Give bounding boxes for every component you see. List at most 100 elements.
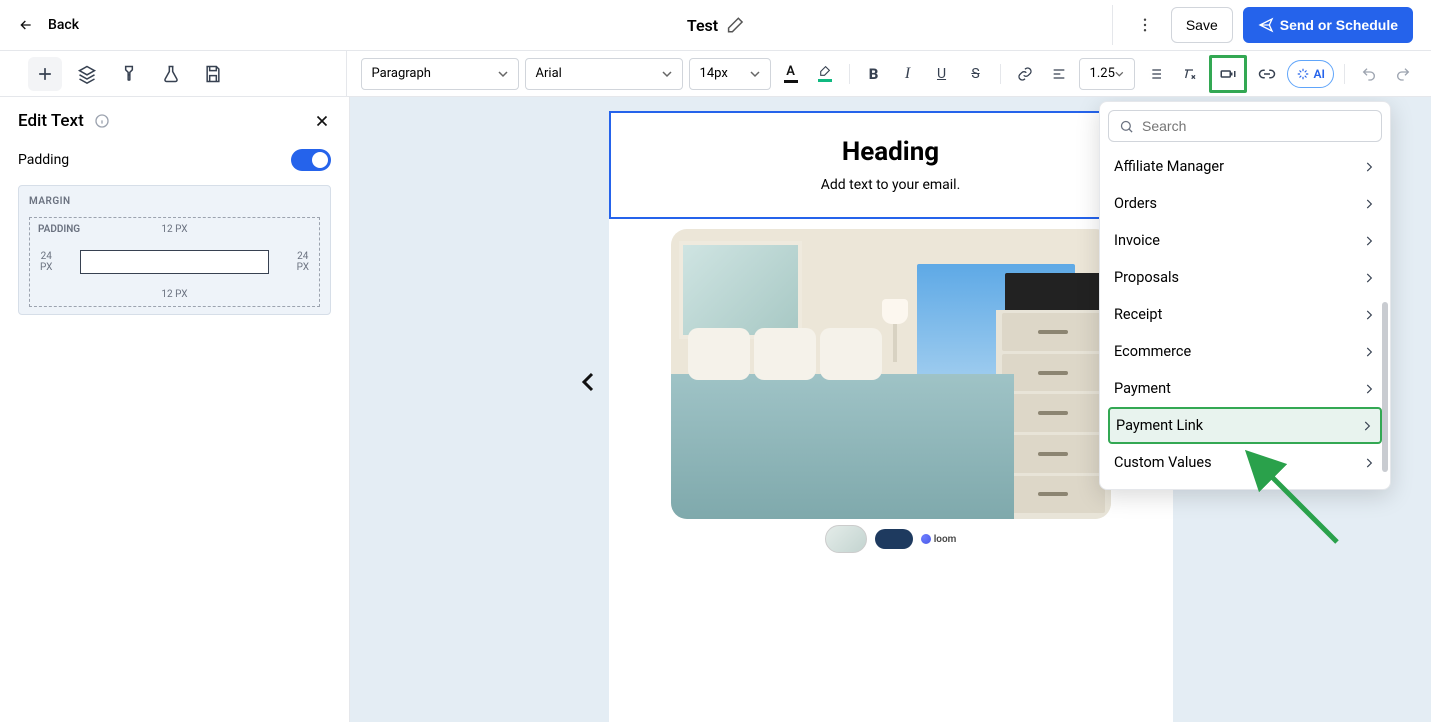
loom-badge	[875, 529, 913, 549]
loom-logo: loom	[921, 534, 957, 545]
flask-button[interactable]	[154, 57, 188, 91]
edit-title-button[interactable]	[726, 16, 744, 34]
block-type-dropdown[interactable]: Paragraph	[361, 58, 519, 90]
chevron-down-icon	[1115, 69, 1124, 79]
menu-item-proposals[interactable]: Proposals	[1108, 259, 1382, 296]
menu-item-payment-link[interactable]: Payment Link	[1108, 407, 1382, 444]
bold-icon: B	[869, 65, 879, 83]
padding-top-value[interactable]: 12 PX	[161, 224, 187, 235]
line-height-dropdown[interactable]: 1.25	[1079, 58, 1135, 90]
back-button[interactable]: Back	[18, 17, 79, 33]
content-area: Edit Text Padding MARGIN PADDING 12 PX 1…	[0, 97, 1431, 722]
menu-item-label: Custom Values	[1114, 454, 1212, 471]
highlight-color-button[interactable]	[811, 60, 839, 88]
brush-button[interactable]	[112, 57, 146, 91]
panel-title: Edit Text	[18, 111, 84, 131]
strikethrough-button[interactable]: S	[962, 60, 990, 88]
list-button[interactable]	[1141, 60, 1169, 88]
divider	[1112, 5, 1113, 45]
close-panel-button[interactable]	[313, 112, 331, 130]
padding-right-value[interactable]: 24PX	[297, 251, 309, 273]
padding-left-value[interactable]: 24PX	[40, 251, 52, 273]
undo-button[interactable]	[1355, 60, 1383, 88]
rich-text-toolbar: Paragraph Arial 14px A B I U S 1.25 AI	[347, 51, 1431, 96]
list-icon	[1147, 66, 1163, 82]
selected-text-block[interactable]: Heading Add text to your email.	[609, 111, 1173, 219]
chevron-down-icon	[498, 69, 508, 79]
layers-icon	[77, 64, 97, 84]
plus-icon	[35, 64, 55, 84]
redo-icon	[1395, 66, 1411, 82]
font-size-dropdown[interactable]: 14px	[689, 58, 771, 90]
chevron-down-icon	[662, 69, 672, 79]
arrow-icon	[1237, 442, 1347, 552]
menu-search-input[interactable]	[1142, 118, 1371, 134]
highlighter-icon	[818, 65, 831, 78]
add-element-button[interactable]	[28, 57, 62, 91]
separator	[1000, 64, 1001, 84]
menu-item-label: Payment Link	[1116, 417, 1203, 434]
menu-item-receipt[interactable]: Receipt	[1108, 296, 1382, 333]
box-model-editor[interactable]: MARGIN PADDING 12 PX 12 PX 24PX 24PX	[18, 185, 331, 315]
annotation-arrow	[1237, 442, 1347, 552]
document-title-group: Test	[687, 16, 744, 35]
padding-box-label: PADDING	[38, 224, 80, 235]
chevron-right-icon	[1362, 234, 1376, 248]
menu-search[interactable]	[1108, 110, 1382, 142]
email-subtext: Add text to your email.	[623, 177, 1159, 193]
redo-button[interactable]	[1389, 60, 1417, 88]
more-menu-button[interactable]	[1129, 9, 1161, 41]
underline-button[interactable]: U	[928, 60, 956, 88]
ai-label: AI	[1314, 67, 1325, 81]
format-toolbar: Paragraph Arial 14px A B I U S 1.25 AI	[0, 51, 1431, 97]
padding-toggle-row: Padding	[18, 149, 331, 171]
menu-item-ecommerce[interactable]: Ecommerce	[1108, 333, 1382, 370]
kebab-icon	[1136, 16, 1154, 34]
info-icon	[94, 113, 110, 129]
loom-icon	[921, 534, 931, 544]
padding-bottom-value[interactable]: 12 PX	[161, 289, 187, 300]
menu-item-invoice[interactable]: Invoice	[1108, 222, 1382, 259]
clear-format-button[interactable]	[1175, 60, 1203, 88]
italic-button[interactable]: I	[894, 60, 922, 88]
hero-image-block[interactable]: loom	[609, 219, 1173, 567]
email-heading: Heading	[623, 137, 1159, 167]
padding-toggle[interactable]	[291, 149, 331, 171]
save-template-button[interactable]	[196, 57, 230, 91]
email-preview: Heading Add text to your email.	[609, 111, 1173, 722]
chevron-right-icon	[1362, 197, 1376, 211]
menu-item-payment[interactable]: Payment	[1108, 370, 1382, 407]
close-icon	[313, 112, 331, 130]
link-icon	[1017, 66, 1033, 82]
properties-sidebar: Edit Text Padding MARGIN PADDING 12 PX 1…	[0, 97, 350, 722]
anchor-icon	[1258, 65, 1276, 83]
highlight-color-swatch	[818, 79, 832, 82]
line-height-value: 1.25	[1090, 66, 1115, 81]
text-color-button[interactable]: A	[777, 60, 805, 88]
align-button[interactable]	[1045, 60, 1073, 88]
loom-thumbnail[interactable]	[825, 525, 867, 553]
layers-button[interactable]	[70, 57, 104, 91]
font-family-value: Arial	[536, 66, 562, 81]
merge-tag-button-highlight	[1209, 55, 1247, 93]
padding-box: PADDING 12 PX 12 PX 24PX 24PX	[29, 217, 320, 307]
menu-item-orders[interactable]: Orders	[1108, 185, 1382, 222]
anchor-link-button[interactable]	[1253, 60, 1281, 88]
toggle-knob	[312, 152, 328, 168]
sparkle-icon	[1296, 67, 1310, 81]
menu-scrollbar[interactable]	[1382, 302, 1388, 472]
menu-item-affiliate-manager[interactable]: Affiliate Manager	[1108, 148, 1382, 185]
bold-button[interactable]: B	[860, 60, 888, 88]
link-button[interactable]	[1011, 60, 1039, 88]
font-family-dropdown[interactable]: Arial	[525, 58, 683, 90]
merge-tag-button[interactable]	[1214, 60, 1242, 88]
save-button[interactable]: Save	[1171, 7, 1233, 43]
editor-canvas[interactable]: Heading Add text to your email.	[350, 97, 1431, 722]
ai-button[interactable]: AI	[1287, 60, 1334, 88]
send-or-schedule-button[interactable]: Send or Schedule	[1243, 7, 1413, 43]
separator	[1344, 64, 1345, 84]
menu-item-label: Orders	[1114, 195, 1157, 212]
carousel-prev-button[interactable]	[577, 365, 601, 399]
padding-label: Padding	[18, 152, 69, 168]
italic-icon: I	[905, 65, 910, 83]
